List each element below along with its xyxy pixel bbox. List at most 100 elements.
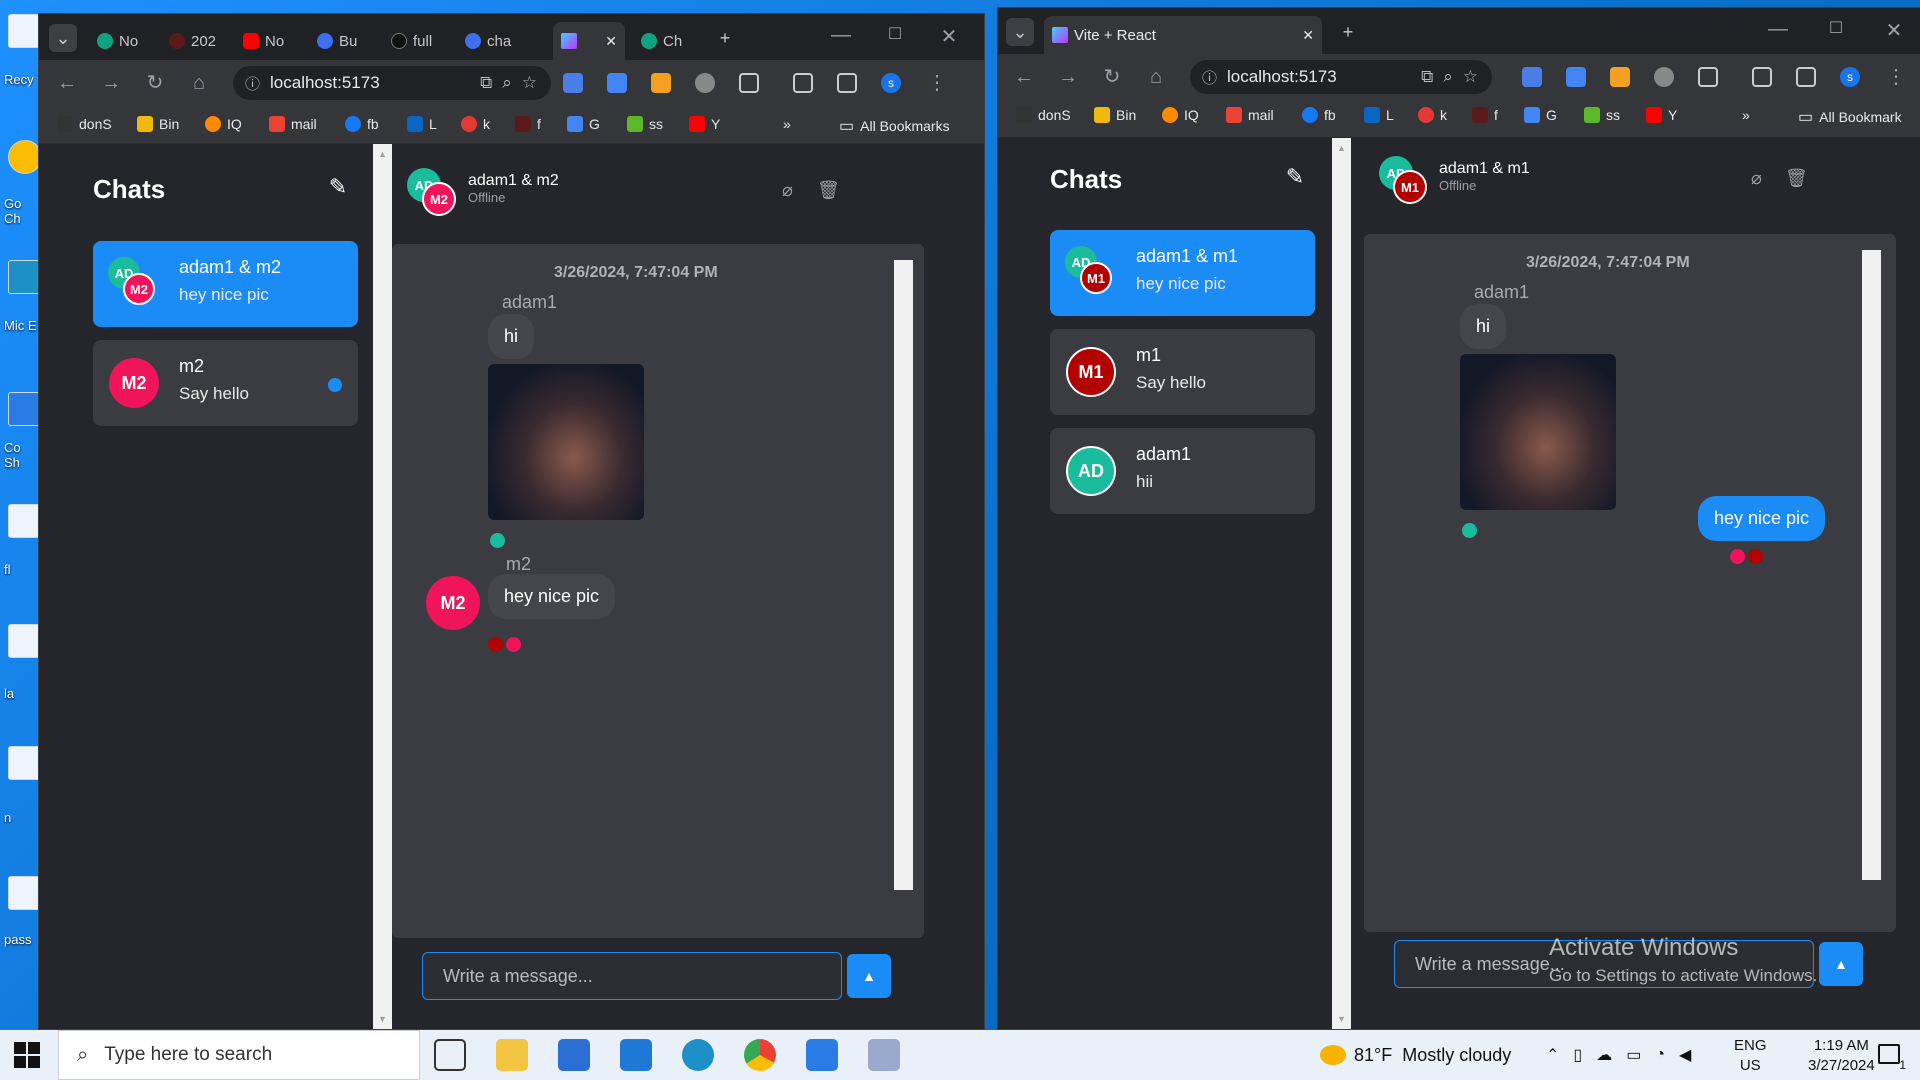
browser-menu-icon[interactable]: ⋮ [925,71,949,95]
file-shortcut-icon[interactable] [8,504,42,538]
translate-icon[interactable]: ⧉ [1421,67,1433,87]
attachment-icon[interactable]: ⌀ [782,180,793,201]
page-scrollbar[interactable]: ▲ ▼ [1332,138,1351,1029]
attachment-icon[interactable]: ⌀ [1751,168,1762,189]
close-tab-icon[interactable]: ✕ [1302,27,1314,44]
message-scrollbar[interactable] [1862,250,1881,880]
bookmark-item[interactable]: f [1472,107,1498,123]
media-controls-icon[interactable] [1752,67,1772,87]
edge-icon[interactable] [682,1039,714,1071]
forward-icon[interactable]: → [99,71,123,95]
conversation-item[interactable]: AD adam1 hii [1050,428,1315,514]
extension-icon[interactable] [1522,67,1542,87]
conversation-item[interactable]: M1 m1 Say hello [1050,329,1315,415]
bookmark-item[interactable]: mail [1226,107,1274,123]
tab[interactable]: full [383,22,455,60]
google-translate-icon[interactable] [1566,67,1586,87]
site-info-icon[interactable]: ⓘ [1202,67,1217,88]
extension-icon[interactable] [1654,67,1674,87]
bookmark-item[interactable]: G [567,116,600,132]
bookmark-item[interactable]: fb [345,116,379,132]
bookmark-star-icon[interactable]: ☆ [1463,67,1478,87]
tab[interactable]: cha [457,22,529,60]
bookmark-item[interactable]: Bin [137,116,179,132]
maximize-button[interactable]: ☐ [875,24,915,44]
site-info-icon[interactable]: ⓘ [245,73,260,94]
volume-icon[interactable]: ◀ [1679,1045,1691,1065]
file-explorer-icon[interactable] [496,1039,528,1071]
bookmark-item[interactable]: donS [1016,107,1071,123]
reload-icon[interactable]: ↻ [143,71,167,95]
bookmark-item[interactable]: k [1418,107,1447,123]
back-icon[interactable]: ← [55,71,79,95]
forward-icon[interactable]: → [1056,65,1080,89]
extensions-puzzle-icon[interactable] [1698,67,1718,87]
tab[interactable]: Bu [309,22,381,60]
bookmark-item[interactable]: Y [1646,107,1677,123]
send-button[interactable]: ▲ [1819,942,1863,986]
bookmark-star-icon[interactable]: ☆ [522,73,537,93]
chrome-shortcut-icon[interactable] [8,140,42,174]
vscode-icon[interactable] [806,1039,838,1071]
bookmark-item[interactable]: G [1524,107,1557,123]
bookmark-item[interactable]: Y [689,116,720,132]
file-shortcut-icon[interactable] [8,624,42,658]
scroll-down-icon[interactable]: ▼ [1332,1011,1351,1027]
zoom-icon[interactable]: ⌕ [1443,67,1453,87]
message-image[interactable] [488,364,644,520]
tab-search-button[interactable]: ⌄ [49,24,77,52]
extensions-puzzle-icon[interactable] [739,73,759,93]
page-scrollbar[interactable]: ▲ ▼ [373,144,392,1029]
side-panel-icon[interactable] [837,73,857,93]
tab-active[interactable]: ✕ [553,22,625,60]
bookmark-item[interactable]: k [461,116,490,132]
bookmark-item[interactable]: L [407,116,437,132]
minimize-button[interactable]: — [1758,18,1798,41]
bookmark-item[interactable]: fb [1302,107,1336,123]
message-input[interactable]: Write a message... [422,952,842,1000]
close-window-button[interactable]: ✕ [1874,18,1914,43]
compose-icon[interactable]: ✎ [325,174,351,200]
more-bookmarks-icon[interactable]: » [783,116,791,132]
conversation-item[interactable]: AD M2 adam1 & m2 hey nice pic [93,241,358,327]
trash-icon[interactable]: 🗑 [817,180,840,201]
tab-search-button[interactable]: ⌄ [1006,18,1034,46]
conversation-item[interactable]: M2 m2 Say hello [93,340,358,426]
tab[interactable]: 202 [161,22,233,60]
extension-icon[interactable] [563,73,583,93]
media-controls-icon[interactable] [793,73,813,93]
new-tab-button[interactable]: + [1334,18,1362,46]
device-icon[interactable]: ▯ [1573,1045,1582,1065]
task-view-icon[interactable] [434,1039,466,1071]
browser-menu-icon[interactable]: ⋮ [1884,65,1908,89]
maximize-button[interactable]: ☐ [1816,18,1856,38]
zoom-icon[interactable]: ⌕ [502,73,512,93]
new-tab-button[interactable]: + [711,24,739,52]
vscode-shortcut-icon[interactable] [8,392,42,426]
cloud-icon[interactable]: ☁ [1596,1045,1612,1065]
profile-avatar[interactable]: s [1840,67,1860,87]
tab-active[interactable]: Vite + React ✕ [1044,16,1322,54]
message-list[interactable]: 3/26/2024, 7:47:04 PM adam1 hi hey nice … [1364,234,1896,932]
bookmark-item[interactable]: Bin [1094,107,1136,123]
bookmark-item[interactable]: f [515,116,541,132]
show-hidden-icons-icon[interactable]: ⌃ [1546,1045,1559,1065]
send-button[interactable]: ▲ [847,954,891,998]
all-bookmarks[interactable]: ▭ All Bookmark [1798,107,1902,127]
compose-icon[interactable]: ✎ [1282,164,1308,190]
chrome-icon[interactable] [744,1039,776,1071]
minimize-button[interactable]: — [821,24,861,47]
extension-icon[interactable] [1610,67,1630,87]
recycle-bin-icon[interactable] [8,14,42,48]
battery-icon[interactable]: ▭ [1626,1045,1641,1065]
tab[interactable]: Ch [633,22,705,60]
windows-start-icon[interactable] [14,1042,40,1068]
bookmark-item[interactable]: ss [627,116,663,132]
address-bar[interactable]: ⓘ localhost:5173 ⧉ ⌕ ☆ [233,66,551,100]
scroll-down-icon[interactable]: ▼ [373,1011,392,1027]
google-translate-icon[interactable] [607,73,627,93]
home-icon[interactable]: ⌂ [187,71,211,95]
home-icon[interactable]: ⌂ [1144,65,1168,89]
file-shortcut-icon[interactable] [8,746,42,780]
address-bar[interactable]: ⓘ localhost:5173 ⧉ ⌕ ☆ [1190,60,1492,94]
